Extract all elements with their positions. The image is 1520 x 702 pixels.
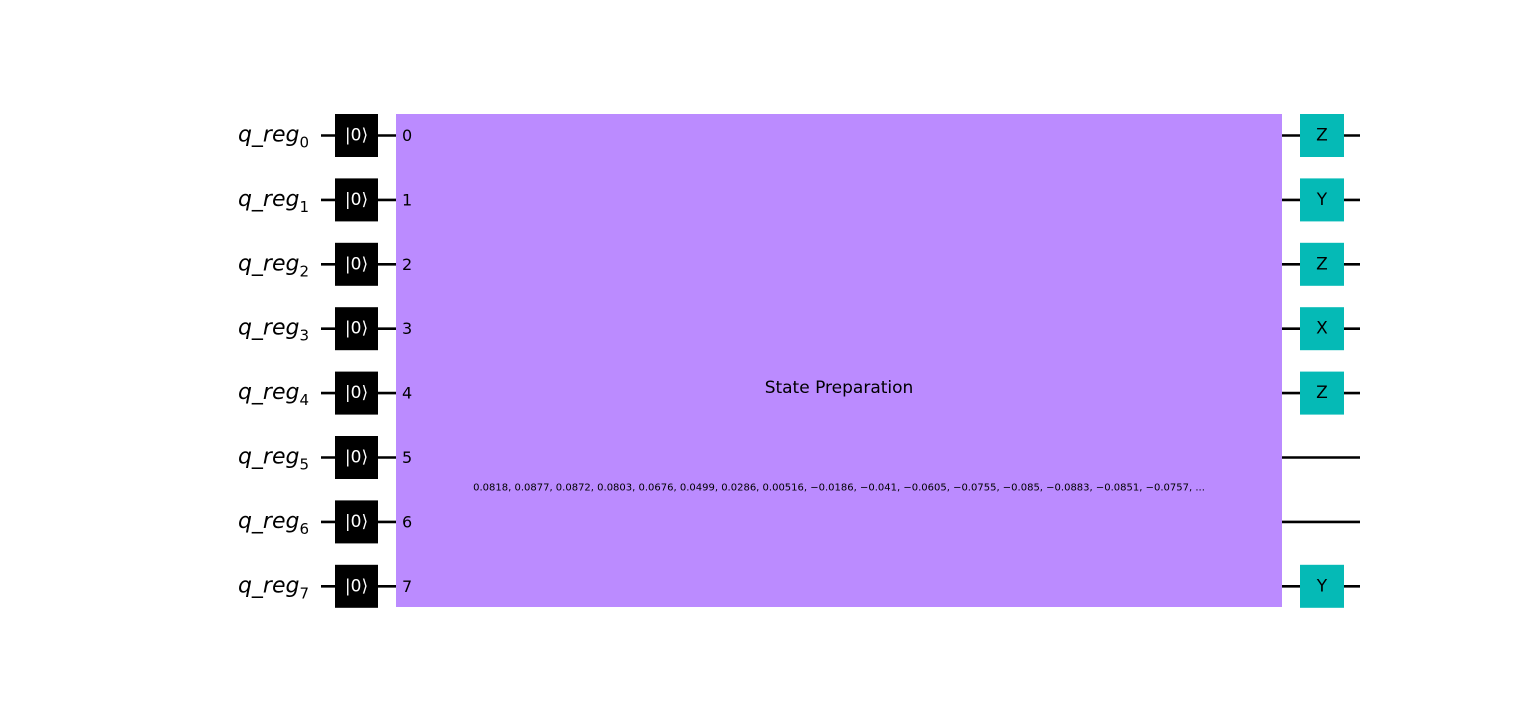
- state-preparation-port-label: 5: [402, 448, 412, 467]
- qubit-label-name: q_reg: [238, 316, 300, 341]
- state-preparation-port-label: 4: [402, 384, 412, 403]
- state-preparation-params: 0.0818, 0.0877, 0.0872, 0.0803, 0.0676, …: [473, 483, 1205, 494]
- state-preparation-port-label: 7: [402, 577, 412, 596]
- state-preparation-port-label: 0: [402, 126, 412, 145]
- pauli-gate-label: Z: [1316, 383, 1328, 403]
- qubit-label-index: 5: [299, 456, 309, 474]
- qubit-label: q_reg7: [238, 573, 309, 602]
- reset-gate-label: |0⟩: [345, 126, 368, 146]
- qubit-label: q_reg6: [238, 509, 309, 538]
- pauli-gate-z[interactable]: Z: [1300, 371, 1344, 415]
- pauli-gate-z[interactable]: Z: [1300, 242, 1344, 286]
- pauli-gate-label: Y: [1316, 190, 1328, 210]
- qubit-label-name: q_reg: [238, 509, 300, 534]
- state-preparation-box[interactable]: [396, 114, 1282, 607]
- qubit-label-name: q_reg: [238, 251, 300, 276]
- reset-gate[interactable]: |0⟩: [335, 178, 378, 222]
- reset-gate-label: |0⟩: [345, 512, 368, 532]
- reset-gate-label: |0⟩: [345, 254, 368, 274]
- reset-gate-label: |0⟩: [345, 448, 368, 468]
- qubit-label-index: 7: [299, 584, 309, 602]
- state-preparation-gate[interactable]: State Preparation 0.0818, 0.0877, 0.0872…: [396, 114, 1282, 607]
- qubit-label-name: q_reg: [238, 445, 300, 470]
- qubit-labels: q_reg0q_reg1q_reg2q_reg3q_reg4q_reg5q_re…: [238, 123, 309, 603]
- reset-gates: |0⟩ |0⟩ |0⟩ |0⟩ |0⟩ |0⟩ |0⟩ |0⟩: [335, 114, 378, 608]
- qubit-label-index: 2: [299, 262, 309, 280]
- state-preparation-port-label: 2: [402, 255, 412, 274]
- state-preparation-port-label: 6: [402, 512, 412, 531]
- pauli-gate-z[interactable]: Z: [1300, 114, 1344, 157]
- pauli-gate-x[interactable]: X: [1300, 307, 1344, 351]
- qubit-label-name: q_reg: [238, 573, 300, 598]
- pauli-gate-label: X: [1316, 319, 1328, 339]
- qubit-label: q_reg2: [238, 251, 309, 280]
- reset-gate-label: |0⟩: [345, 383, 368, 403]
- qubit-label-index: 4: [299, 391, 309, 409]
- pauli-gate-label: Y: [1316, 576, 1328, 596]
- pauli-gates: Z Y Z X Z Y: [1300, 114, 1344, 608]
- qubit-label: q_reg3: [238, 316, 309, 345]
- qubit-label: q_reg0: [238, 123, 309, 152]
- reset-gate[interactable]: |0⟩: [335, 436, 378, 479]
- state-preparation-port-label: 1: [402, 190, 412, 209]
- qubit-label-index: 0: [299, 134, 309, 152]
- qubit-label-name: q_reg: [238, 380, 300, 405]
- pauli-gate-label: Z: [1316, 254, 1328, 274]
- qubit-label-index: 1: [299, 198, 309, 216]
- pauli-gate-label: Z: [1316, 126, 1328, 146]
- reset-gate[interactable]: |0⟩: [335, 500, 378, 544]
- qubit-label-index: 3: [299, 327, 309, 345]
- qubit-label: q_reg5: [238, 445, 309, 474]
- reset-gate[interactable]: |0⟩: [335, 564, 378, 608]
- reset-gate[interactable]: |0⟩: [335, 114, 378, 157]
- reset-gate-label: |0⟩: [345, 190, 368, 210]
- qubit-label: q_reg1: [238, 187, 309, 216]
- state-preparation-label: State Preparation: [765, 378, 914, 398]
- reset-gate-label: |0⟩: [345, 319, 368, 339]
- state-preparation-port-label: 3: [402, 319, 412, 338]
- qubit-label-index: 6: [299, 520, 309, 538]
- pauli-gate-y[interactable]: Y: [1300, 178, 1344, 222]
- qubit-label-name: q_reg: [238, 123, 300, 148]
- reset-gate[interactable]: |0⟩: [335, 371, 378, 415]
- reset-gate[interactable]: |0⟩: [335, 242, 378, 286]
- qubit-label: q_reg4: [238, 380, 309, 409]
- quantum-circuit-diagram: q_reg0q_reg1q_reg2q_reg3q_reg4q_reg5q_re…: [238, 114, 1360, 608]
- pauli-gate-y[interactable]: Y: [1300, 564, 1344, 608]
- qubit-label-name: q_reg: [238, 187, 300, 212]
- reset-gate[interactable]: |0⟩: [335, 307, 378, 351]
- reset-gate-label: |0⟩: [345, 576, 368, 596]
